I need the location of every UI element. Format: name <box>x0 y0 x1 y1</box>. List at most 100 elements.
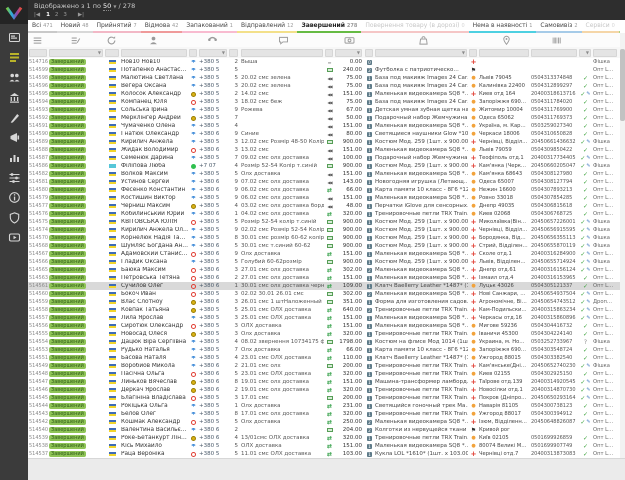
filter-c-prod[interactable]: ▼ <box>374 47 468 58</box>
table-row[interactable]: 514555 Завершений Новосад Олеся +380 5 3… <box>28 330 620 338</box>
edit-icon[interactable]: ✎ <box>586 139 590 145</box>
table-row[interactable]: 514553 Завершений Рудько Наталья * +380 … <box>28 346 620 354</box>
filter-c-src[interactable] <box>188 47 198 58</box>
edit-icon[interactable]: ✎ <box>586 379 590 385</box>
filter-input[interactable] <box>531 49 577 57</box>
table-row[interactable]: 514575 Завершений КВІТОВСЬКА ЮЛІЯ +380 5… <box>28 218 620 226</box>
filter-c-city[interactable] <box>478 47 530 58</box>
client-name[interactable]: Бокоч Иван <box>120 291 188 297</box>
table-row[interactable]: 514596 Завершений Вегера Оксана * +380 5… <box>28 82 620 90</box>
column-header-client-icon[interactable] <box>120 33 188 47</box>
client-name[interactable]: Мерклінгер Андрей <box>120 115 188 121</box>
column-header-phone-icon[interactable] <box>197 33 227 47</box>
table-row[interactable]: 514599 Завершений Потапенко Анастас… * +… <box>28 66 620 74</box>
filter-c-com[interactable] <box>240 47 324 58</box>
tab-новий[interactable]: Новий48 <box>57 20 93 33</box>
filter-input[interactable] <box>325 49 333 57</box>
table-row[interactable]: 514567 Завершений Адамовский Станис… +38… <box>28 250 620 258</box>
table-row[interactable]: 514540 Завершений Валентина Васильє… * +… <box>28 426 620 434</box>
client-name[interactable]: Валентина Васильє… <box>120 427 188 433</box>
filter-c-amt[interactable]: ▼ <box>334 47 364 58</box>
table-row[interactable]: 514716 Завершений Нов10 Нов10 * +380 5 2… <box>28 58 620 66</box>
column-header-c-chk[interactable] <box>580 33 594 47</box>
table-row[interactable]: 514576 Завершений Кобилинський Юрий * +3… <box>28 210 620 218</box>
column-header-bag-icon[interactable] <box>377 33 471 47</box>
client-name[interactable]: Кісь Михайло <box>120 443 188 449</box>
table-row[interactable]: 514592 Завершений Мерклінгер Андрей +380… <box>28 114 620 122</box>
sidebar-item-info[interactable] <box>4 190 24 204</box>
column-header-c-days[interactable] <box>227 33 241 47</box>
client-name[interactable]: Лила Ярослав <box>120 315 188 321</box>
column-header-c-pay[interactable] <box>325 33 335 47</box>
filter-input[interactable] <box>241 49 323 57</box>
client-name[interactable]: Линьков Вячеслав <box>120 379 188 385</box>
client-name[interactable]: Жидак Володимир <box>120 147 188 153</box>
client-name[interactable]: Дацюк Віра Сергіївна <box>120 339 188 345</box>
table-row[interactable]: 514561 Завершений Сучилов Олег +380 6 1 … <box>28 282 620 290</box>
column-header-c-tag[interactable] <box>594 33 620 47</box>
filter-c-flag[interactable] <box>104 47 120 58</box>
client-name[interactable]: Потапенко Анастас… <box>120 67 188 73</box>
client-name[interactable]: Рудько Наталья <box>120 347 188 353</box>
filter-input[interactable] <box>365 49 373 57</box>
filter-c-id[interactable] <box>28 47 48 58</box>
client-name[interactable]: Сучилов Олег <box>120 283 188 289</box>
table-row[interactable]: 514593 Завершений Сольська Ірина * +380 … <box>28 106 620 114</box>
client-name[interactable]: Філіпова Люба <box>120 163 188 169</box>
table-row[interactable]: 514543 Завершений Белов Олег * +380 5 8 … <box>28 410 620 418</box>
per-page-dropdown[interactable]: 50 <box>103 2 111 11</box>
first-page-button[interactable]: |◀ <box>34 12 40 18</box>
table-row[interactable]: 514556 Завершений Сиротюк Олександр +380… <box>28 322 620 330</box>
filter-c-name[interactable] <box>120 47 188 58</box>
client-name[interactable]: Сиротюк Олександр <box>120 323 188 329</box>
client-name[interactable]: Роке-Бетанкурт Лін… <box>120 435 188 441</box>
table-row[interactable]: 514595 Завершений Колосок Александр +380… <box>28 90 620 98</box>
table-row[interactable]: 514577 Завершений Черниш Максим +380 5 4… <box>28 202 620 210</box>
client-name[interactable]: Благініна Владіслава <box>120 395 188 401</box>
client-name[interactable]: Корнелюк Надія Та… <box>120 235 188 241</box>
tab-відправлений[interactable]: Відправлений12 <box>237 20 298 33</box>
edit-icon[interactable]: ✎ <box>586 227 590 233</box>
tab-в-дорозі-додому[interactable]: В дорозі додому0 <box>619 20 620 33</box>
sidebar-item-stats[interactable] <box>4 150 24 164</box>
filter-c-chk[interactable]: ▼ <box>578 47 592 58</box>
filter-input[interactable] <box>229 49 238 57</box>
sidebar-item-video[interactable] <box>4 230 24 244</box>
page-button-3[interactable]: 3 <box>63 12 67 18</box>
client-name[interactable]: Волков Максим <box>120 171 188 177</box>
filter-c-pay[interactable] <box>324 47 334 58</box>
vertical-scrollbar[interactable] <box>620 33 625 458</box>
client-name[interactable]: Чумаченко Олена <box>120 123 188 129</box>
client-name[interactable]: Семенюк Дарина <box>120 155 188 161</box>
filter-input[interactable]: ▼ <box>199 49 227 57</box>
table-row[interactable]: 514580 Завершений Фесенко Константин * +… <box>28 186 620 194</box>
client-name[interactable]: Кошмак Александр <box>120 419 188 425</box>
filter-input[interactable]: ▼ <box>335 49 362 57</box>
column-header-c-src[interactable] <box>187 33 197 47</box>
edit-icon[interactable]: ✎ <box>586 315 590 321</box>
app-logo[interactable] <box>0 0 28 24</box>
client-name[interactable]: Гладик Оксана <box>120 259 188 265</box>
edit-icon[interactable]: ✎ <box>586 219 590 225</box>
sidebar-item-pen[interactable] <box>4 110 24 124</box>
tab-нема-в-наявності[interactable]: Нема в наявності1 <box>469 20 537 33</box>
last-page-button[interactable]: ▶| <box>78 12 84 18</box>
column-header-barcode-icon[interactable] <box>532 33 580 47</box>
table-row[interactable]: 514581 Завершений Устинов Сергей * +380 … <box>28 178 620 186</box>
client-name[interactable]: Адамовский Станис… <box>120 251 188 257</box>
filter-c-car[interactable] <box>468 47 478 58</box>
filter-input[interactable] <box>479 49 529 57</box>
table-row[interactable]: 514588 Завершений Жидак Володимир +380 6… <box>28 146 620 154</box>
edit-icon[interactable]: ✎ <box>586 419 590 425</box>
client-name[interactable]: Кирилич Анжела <box>120 139 188 145</box>
edit-icon[interactable]: ✎ <box>586 235 590 241</box>
edit-icon[interactable]: ✎ <box>586 291 590 297</box>
filter-c-ttn[interactable] <box>530 47 578 58</box>
edit-icon[interactable]: ✎ <box>586 91 590 97</box>
filter-c-qty[interactable] <box>364 47 374 58</box>
sidebar-item-sliders[interactable] <box>4 170 24 184</box>
client-name[interactable]: Устинов Сергей <box>120 179 188 185</box>
table-row[interactable]: 514568 Завершений Шумляс Богдана Ан… * +… <box>28 242 620 250</box>
column-header-status-list-icon[interactable] <box>48 33 104 47</box>
client-name[interactable]: Ковпак Татьяна <box>120 307 188 313</box>
